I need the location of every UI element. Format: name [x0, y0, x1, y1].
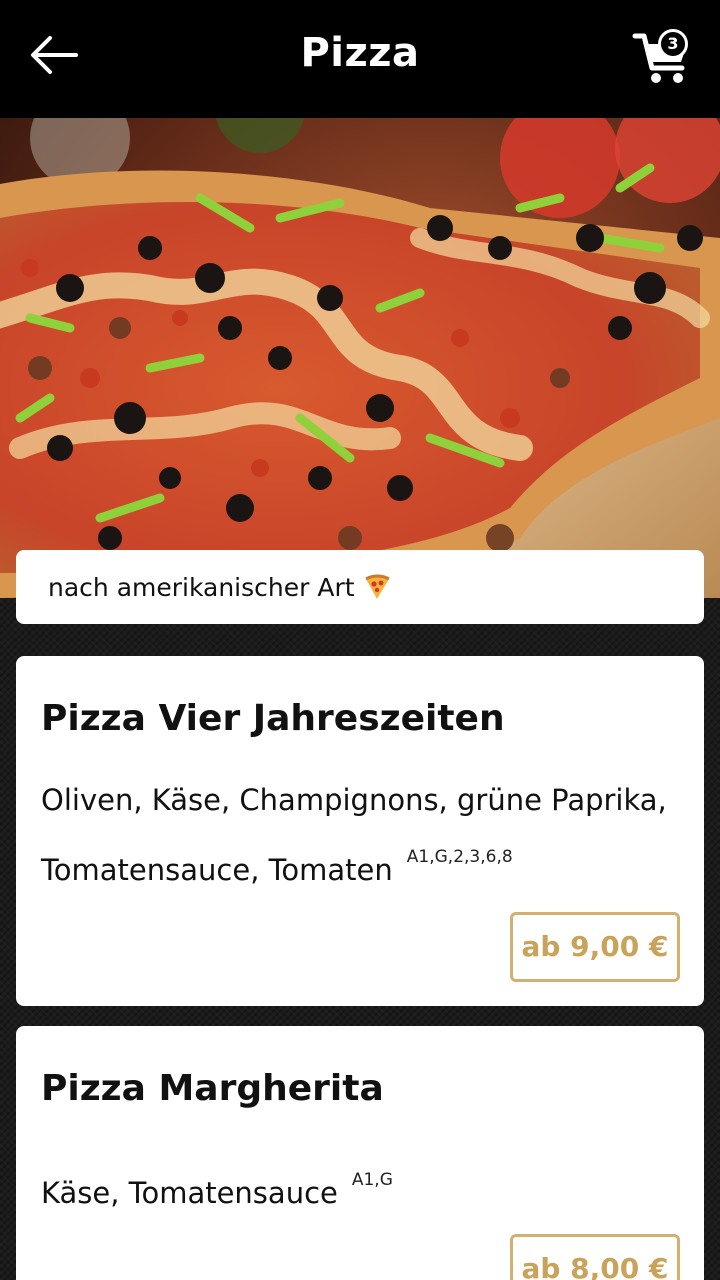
cart-count-badge: 3: [658, 29, 688, 59]
menu-item-card[interactable]: Pizza Vier Jahreszeiten Oliven, Käse, Ch…: [16, 656, 704, 1006]
page-title: Pizza: [300, 30, 420, 76]
item-description: Käse, Tomatensauce A1,G: [41, 1152, 679, 1222]
item-description-line: Oliven, Käse, Champignons, grüne Paprika…: [41, 783, 667, 817]
item-allergens: A1,G: [351, 1170, 393, 1190]
item-description-text: Käse, Tomatensauce: [41, 1176, 338, 1210]
item-description-line: Käse, Tomatensauce A1,G: [41, 1152, 679, 1222]
pizza-slice-icon: [364, 574, 390, 599]
item-description-line: Tomatensauce, Tomaten A1,G,2,3,6,8: [41, 829, 679, 899]
price-button[interactable]: ab 9,00 €: [510, 912, 680, 982]
item-name: Pizza Margherita: [41, 1068, 384, 1109]
category-hero-image: [0, 118, 720, 598]
item-description-text: Tomatensauce, Tomaten: [41, 853, 393, 887]
item-description: Oliven, Käse, Champignons, grüne Paprika…: [41, 772, 679, 899]
price-button[interactable]: ab 8,00 €: [510, 1234, 680, 1280]
category-subtitle: nach amerikanischer Art: [48, 572, 355, 602]
item-allergens: A1,G,2,3,6,8: [406, 847, 513, 867]
menu-item-card[interactable]: Pizza Margherita Käse, Tomatensauce A1,G …: [16, 1026, 704, 1280]
category-subtitle-card: nach amerikanischer Art: [16, 550, 704, 624]
app-header: Pizza 3: [0, 0, 720, 118]
item-name: Pizza Vier Jahreszeiten: [41, 698, 505, 739]
